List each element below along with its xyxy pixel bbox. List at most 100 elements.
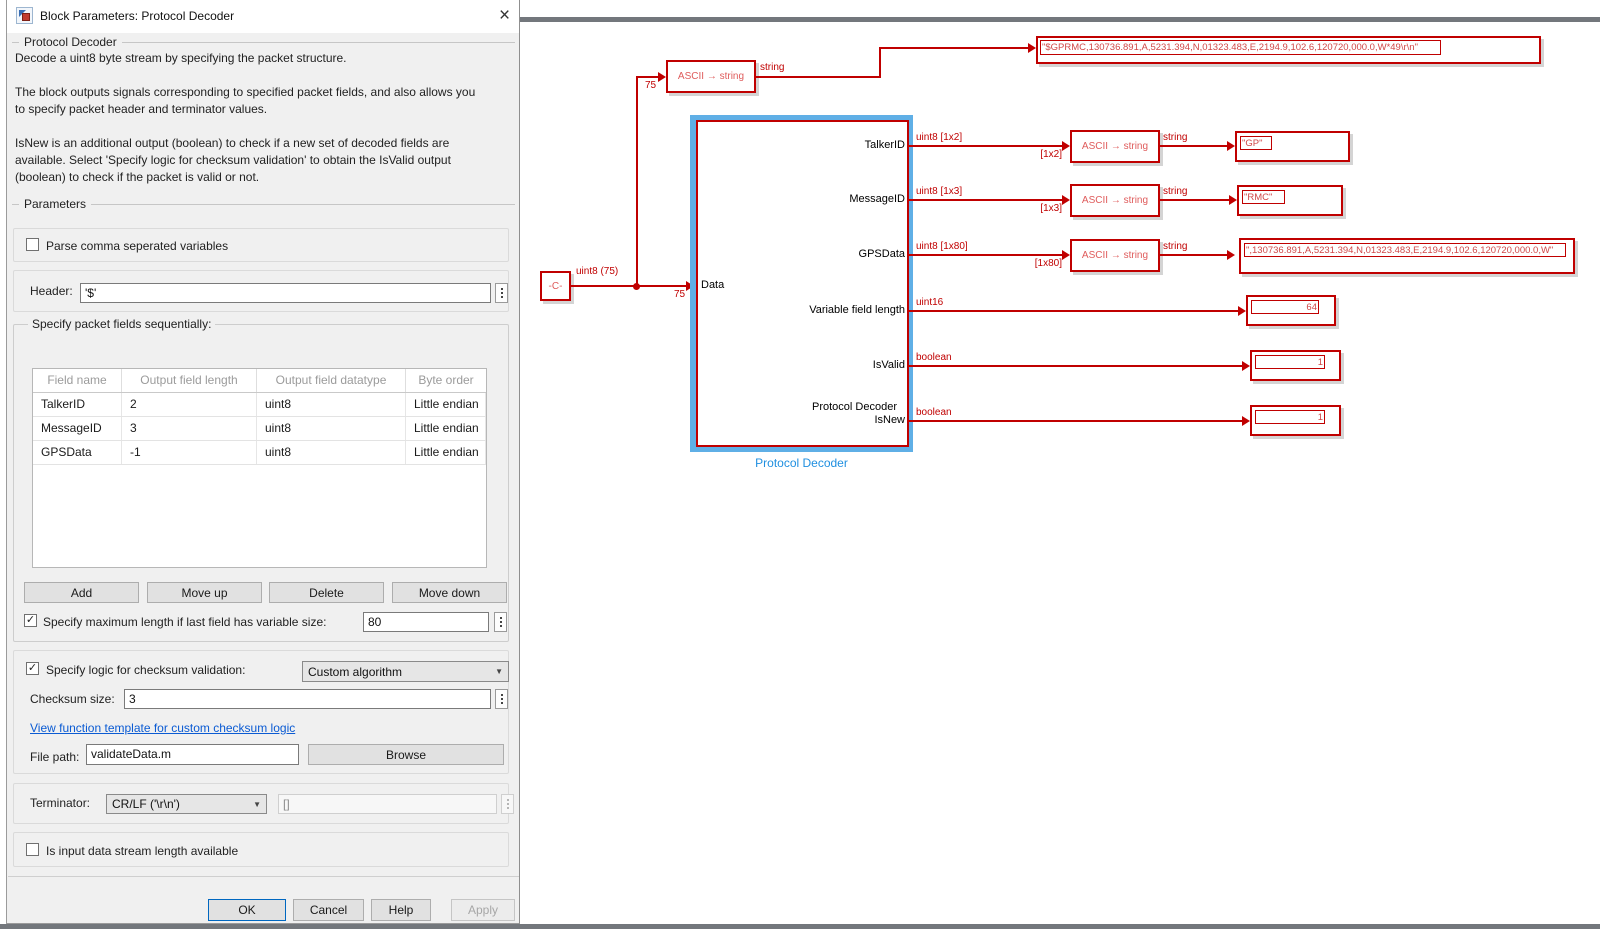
checksum-algorithm-dropdown[interactable]: Custom algorithm ▼ [302, 661, 509, 682]
header-label: Header: [30, 284, 73, 298]
signal-type-talkerid: uint8 [1x2] [916, 132, 962, 143]
file-path-input[interactable]: validateData.m [86, 744, 299, 765]
add-button[interactable]: Add [24, 582, 139, 603]
decoder-block-name[interactable]: Protocol Decoder [690, 456, 913, 470]
ascii-to-string-block-top[interactable]: ASCII → string [666, 60, 756, 93]
cell-datatype: uint8 [257, 417, 406, 440]
apply-button[interactable]: Apply [451, 899, 515, 921]
parse-checkbox[interactable] [26, 238, 39, 251]
ellipsis-icon [500, 621, 502, 623]
cell-byte-order: Little endian [406, 441, 486, 464]
string-label-top: string [760, 62, 784, 73]
checksum-algorithm-value: Custom algorithm [308, 665, 402, 679]
cell-length: -1 [122, 441, 257, 464]
signal-dim-messageid: [1x3] [1014, 203, 1062, 214]
display-isvalid[interactable]: 1 [1250, 350, 1341, 381]
terminator-custom-input: [] [278, 794, 497, 814]
display-talkerid[interactable]: "GP" [1235, 131, 1350, 162]
wire-source-to-data [571, 285, 688, 287]
display-messageid-value: "RMC" [1242, 190, 1285, 204]
max-length-checkbox[interactable]: ✓ [24, 614, 37, 627]
decoder-inner-title: Protocol Decoder [690, 401, 897, 413]
browse-button[interactable]: Browse [308, 744, 504, 765]
signal-type-isnew: boolean [916, 407, 952, 418]
display-messageid[interactable]: "RMC" [1237, 185, 1343, 216]
port-label-messageid: MessageID [690, 193, 905, 205]
checksum-size-input[interactable]: 3 [124, 689, 491, 709]
port-label-data: Data [701, 279, 724, 291]
ascii-to-string-block-talkerid[interactable]: ASCII → string [1070, 130, 1160, 163]
header-ellipsis-button[interactable] [495, 283, 508, 303]
max-length-input[interactable]: 80 [363, 612, 489, 632]
signal-type-vfl: uint16 [916, 297, 943, 308]
panel-header: Header: '$' [13, 270, 509, 312]
terminator-dropdown[interactable]: CR/LF ('\r\n') ▼ [106, 794, 267, 814]
constant-label: -C- [542, 273, 569, 299]
cell-byte-order: Little endian [406, 417, 486, 440]
arrowhead-messageid-display [1229, 195, 1237, 205]
cancel-button[interactable]: Cancel [293, 899, 364, 921]
parameters-label: Parameters [24, 197, 86, 211]
chevron-down-icon: ▼ [495, 667, 503, 676]
move-up-button[interactable]: Move up [147, 582, 262, 603]
arrowhead-isvalid-display [1242, 361, 1250, 371]
canvas-top-divider [520, 17, 1600, 22]
checksum-checkbox[interactable]: ✓ [26, 662, 39, 675]
cell-byte-order: Little endian [406, 393, 486, 416]
port-label-isvalid: IsValid [690, 359, 905, 371]
table-row[interactable]: GPSData -1 uint8 Little endian [33, 441, 486, 465]
display-gpsdata[interactable]: ",130736.891,A,5231.394,N,01323.483,E,21… [1239, 238, 1575, 274]
table-row[interactable]: TalkerID 2 uint8 Little endian [33, 393, 486, 417]
packet-fields-table[interactable]: Field name Output field length Output fi… [32, 368, 487, 568]
signal-dim-gpsdata: [1x80] [1008, 258, 1062, 269]
wire-top-ascii-out [754, 76, 880, 78]
arrowhead-messageid-ascii [1062, 195, 1070, 205]
cell-field-name: GPSData [33, 441, 122, 464]
wire-top-up [879, 47, 881, 78]
checksum-size-ellipsis-button[interactable] [495, 689, 508, 709]
table-row[interactable]: MessageID 3 uint8 Little endian [33, 417, 486, 441]
display-variable-field-length[interactable]: 64 [1246, 295, 1336, 326]
wire-top-to-display [879, 47, 1029, 49]
signal-type-gpsdata: uint8 [1x80] [916, 241, 968, 252]
dialog-titlebar[interactable]: Block Parameters: Protocol Decoder × [7, 0, 519, 33]
display-isnew[interactable]: 1 [1250, 405, 1341, 436]
arrowhead-top-display [1028, 43, 1036, 53]
max-length-ellipsis-button[interactable] [494, 612, 507, 632]
delete-button[interactable]: Delete [269, 582, 384, 603]
close-icon[interactable]: × [499, 6, 510, 26]
ellipsis-icon [507, 803, 509, 805]
checksum-template-link[interactable]: View function template for custom checks… [30, 721, 295, 735]
move-down-button[interactable]: Move down [392, 582, 507, 603]
display-talkerid-value: "GP" [1240, 136, 1272, 150]
arrowhead-isnew-display [1242, 416, 1250, 426]
wire-gpsdata [908, 254, 1062, 256]
cell-length: 2 [122, 393, 257, 416]
display-gpsdata-value: ",130736.891,A,5231.394,N,01323.483,E,21… [1244, 243, 1566, 257]
display-full-sentence[interactable]: "$GPRMC,130736.891,A,5231.394,N,01323.48… [1036, 36, 1541, 64]
header-input[interactable]: '$' [80, 283, 491, 303]
terminator-value: CR/LF ('\r\n') [112, 797, 180, 811]
string-label-gpsdata: string [1163, 241, 1187, 252]
cell-length: 3 [122, 417, 257, 440]
port-label-isnew: IsNew [690, 414, 905, 426]
signal-width-label-data: 75 [674, 289, 685, 300]
ok-button[interactable]: OK [208, 899, 286, 921]
ascii-to-string-block-messageid[interactable]: ASCII → string [1070, 184, 1160, 217]
protocol-decoder-block[interactable] [696, 120, 909, 447]
constant-block[interactable]: -C- [540, 271, 571, 301]
display-isvalid-value: 1 [1255, 355, 1325, 369]
arrowhead-gpsdata-ascii [1062, 250, 1070, 260]
screen: -C- uint8 (75) 75 75 ASCII → string stri… [0, 0, 1600, 932]
terminator-ellipsis-button [501, 794, 514, 814]
arrowhead-talkerid-ascii [1062, 141, 1070, 151]
stream-length-checkbox[interactable] [26, 843, 39, 856]
help-button[interactable]: Help [371, 899, 431, 921]
packet-fields-group-title: Specify packet fields sequentially: [28, 317, 215, 331]
signal-type-messageid: uint8 [1x3] [916, 186, 962, 197]
ellipsis-icon [501, 292, 503, 294]
wire-talkerid [908, 145, 1062, 147]
checksum-checkbox-label: Specify logic for checksum validation: [46, 663, 245, 677]
wire-isnew [908, 420, 1242, 422]
ascii-to-string-block-gpsdata[interactable]: ASCII → string [1070, 239, 1160, 272]
